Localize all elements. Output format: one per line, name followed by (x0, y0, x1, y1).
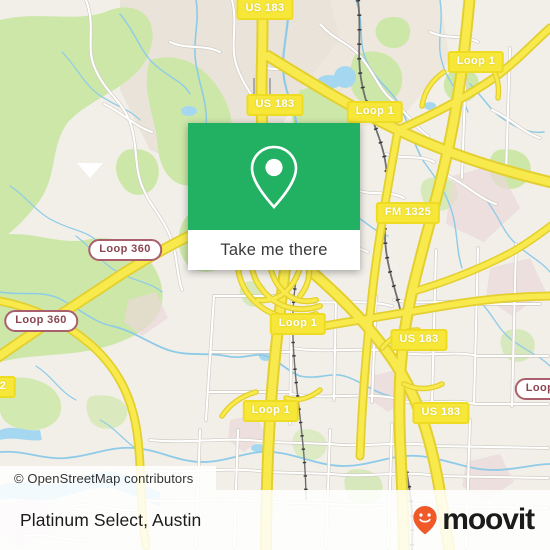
callout-action[interactable]: Take me there (188, 230, 360, 270)
road-label-us183-upper: US 183 (246, 94, 304, 116)
road-label-us183-lower: US 183 (412, 402, 470, 424)
road-label-fm1325: FM 1325 (375, 202, 441, 224)
moovit-wordmark: moovit (442, 503, 535, 536)
location-callout[interactable]: Take me there (188, 123, 360, 270)
page-title: Platinum Select, Austin (20, 509, 202, 530)
map-attribution: © OpenStreetMap contributors (0, 466, 216, 490)
callout-pointer (77, 163, 103, 178)
moovit-pin-icon (413, 506, 437, 535)
road-label-us183-right: US 183 (390, 329, 448, 351)
road-label-loop-edge: Loop (514, 378, 550, 400)
road-label-loop360-lower: Loop 360 (4, 310, 78, 332)
map-pin-icon (250, 145, 298, 209)
road-label-loop1-upper: Loop 1 (346, 101, 404, 123)
road-label-loop1-lower: Loop 1 (242, 400, 300, 422)
road-label-us183-top: US 183 (236, 0, 294, 20)
map-screenshot: US 183 US 183 Loop 1 Loop 1 FM 1325 Loop 360 L… (0, 0, 550, 550)
take-me-there-label: Take me there (220, 240, 328, 259)
attribution-text: © OpenStreetMap contributors (14, 470, 194, 486)
footer-bar: Platinum Select, Austin moovit (0, 490, 550, 550)
callout-pin-panel (188, 123, 360, 230)
road-label-edge-left: 2 (0, 376, 16, 398)
road-label-loop1-mid: Loop 1 (269, 313, 327, 335)
road-label-loop1-topright: Loop 1 (447, 51, 505, 73)
road-label-loop360-upper: Loop 360 (88, 239, 162, 261)
moovit-brand: moovit (410, 505, 550, 535)
